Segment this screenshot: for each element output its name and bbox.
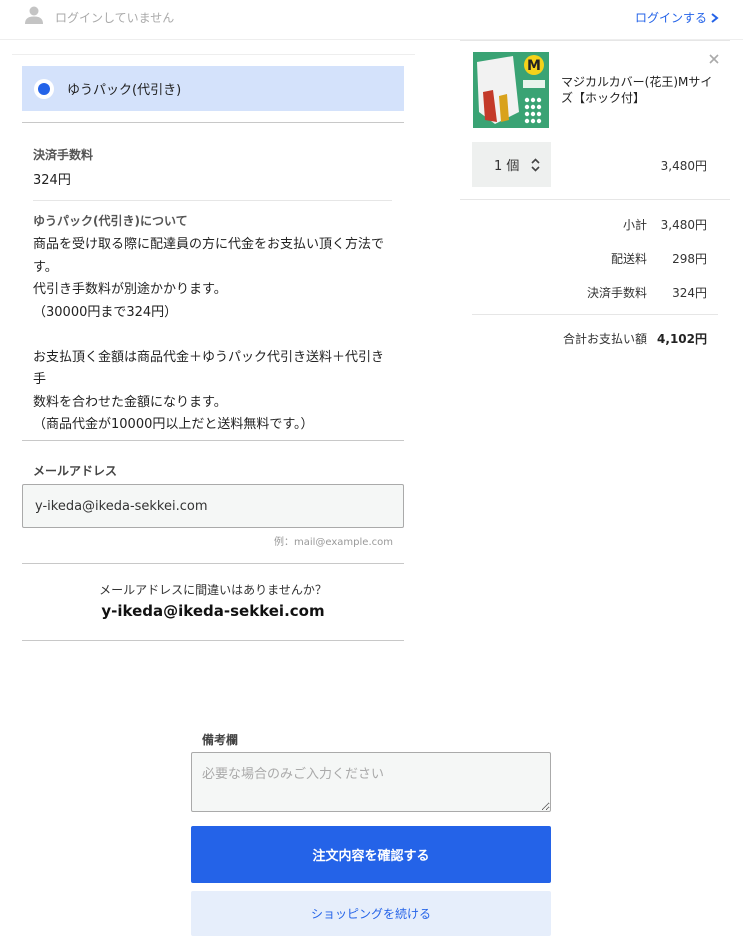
summary-total-label: 合計お支払い額 [562,332,647,346]
description-line: す。 [33,259,58,275]
product-thumb-letter: M [527,58,541,74]
divider [22,440,404,441]
summary-shipping: 配送料 298円 [472,250,707,267]
fee-value: 324円 [33,173,71,188]
user-icon [25,6,43,24]
memo-title: 備考欄 [202,733,239,747]
login-link[interactable]: ログインする [635,9,719,26]
description-line: （30000円まで324円） [33,304,178,320]
email-confirm-value: y-ikeda@ikeda-sekkei.com [101,602,325,620]
description-line: （商品代金が10000円以上だと送料無料です。） [33,417,314,432]
confirm-order-button[interactable]: 注文内容を確認する [191,826,551,883]
item-price: 3,480円 [660,159,707,173]
summary-total-value: 4,102円 [657,332,707,346]
email-input[interactable] [22,484,404,528]
quantity-value: 1 個 [494,159,520,174]
payment-description: 商品を受け取る際に配達員の方に代金をお支払い頂く方法で す。 代引き手数料が別途… [33,234,395,437]
divider [33,200,392,201]
divider [460,199,730,200]
summary-value: 298円 [672,252,707,266]
radio-selected-dot [38,82,50,95]
login-status: ログインしていません [55,11,175,25]
description-line: お支払頂く金額は商品代金＋ゆうパック代引き送料＋代引き手 [33,349,385,388]
summary-value: 3,480円 [660,218,707,232]
email-title: メールアドレス [33,464,118,478]
divider [12,54,415,55]
up-down-arrows-icon [531,157,540,172]
product-name[interactable]: マジカルカバー(花王)Mサイズ【ホック付】 [561,74,721,106]
radio-button[interactable] [34,78,54,99]
divider [22,563,404,564]
email-confirm-question: メールアドレスに間違いはありませんか？ [99,583,327,597]
payment-description-title: ゆうパック(代引き)について [33,214,188,228]
quantity-select[interactable]: 1 個 [472,142,551,187]
email-example: 例：mail@example.com [273,537,393,548]
close-icon[interactable] [707,52,721,66]
summary-value: 324円 [672,286,707,300]
summary-total: 合計お支払い額 4,102円 [472,330,707,347]
divider [472,314,718,315]
header: ログインしていません ログインする [0,0,743,40]
summary-label: 決済手数料 [586,286,647,300]
description-line: 数料を合わせた金額になります。 [33,394,227,410]
chevron-right-icon [711,12,719,23]
divider [22,122,404,123]
divider [22,640,404,641]
fee-title: 決済手数料 [33,148,94,162]
payment-option-label: ゆうパック(代引き) [67,83,182,98]
description-line: 商品を受け取る際に配達員の方に代金をお支払い頂く方法で [33,237,385,252]
summary-fee: 決済手数料 324円 [472,284,707,301]
summary-subtotal: 小計 3,480円 [472,216,707,233]
product-thumbnail[interactable]: M [473,52,549,128]
payment-option-yupack[interactable]: ゆうパック(代引き) [22,66,404,111]
memo-textarea[interactable] [191,752,551,812]
continue-shopping-button[interactable]: ショッピングを続ける [191,891,551,936]
divider [460,40,730,41]
summary-label: 小計 [622,218,647,232]
description-line: 代引き手数料が別途かかります。 [33,282,227,297]
login-link-label: ログインする [634,11,707,25]
summary-label: 配送料 [610,252,647,266]
